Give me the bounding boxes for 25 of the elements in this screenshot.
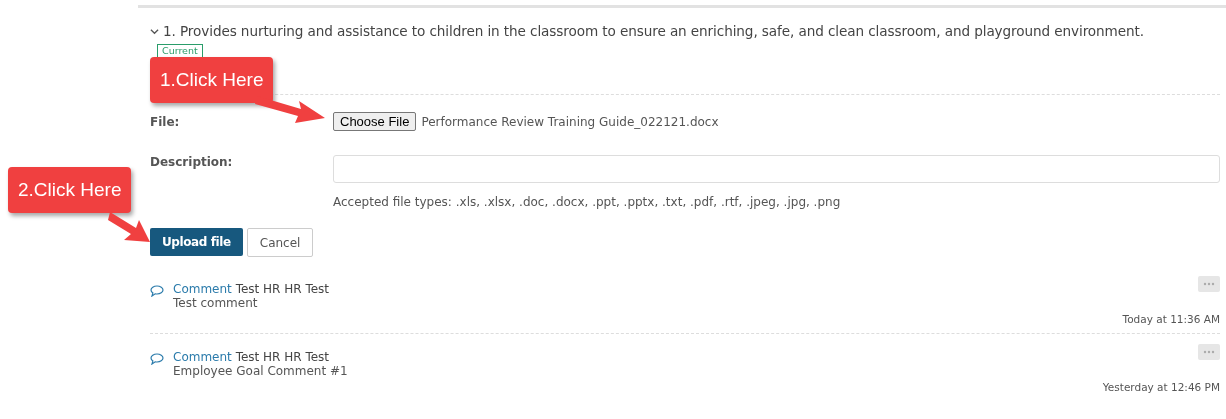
file-name: Performance Review Training Guide_022121.docx: [421, 114, 719, 129]
more-options-button[interactable]: [1198, 344, 1220, 360]
ellipsis-icon: [1203, 282, 1215, 286]
arrow-icon: [108, 210, 152, 244]
cancel-button[interactable]: Cancel: [246, 228, 314, 257]
callout-label: 2.Click Here: [8, 167, 132, 213]
comment-text: Employee Goal Comment #1: [173, 364, 349, 378]
comment-heading: Comment Test HR HR Test: [173, 282, 331, 296]
comment-time: Today at 11:36 AM: [1121, 313, 1220, 325]
chevron-down-icon[interactable]: [150, 26, 159, 36]
comment-time: Yesterday at 12:46 PM: [1101, 381, 1220, 393]
choose-file-button[interactable]: Choose File: [333, 112, 417, 131]
speech-bubble-icon: [150, 353, 164, 365]
description-field[interactable]: [333, 155, 1220, 183]
more-options-button[interactable]: [1198, 276, 1220, 292]
speech-bubble-icon: [150, 285, 164, 297]
comment-text: Test comment: [173, 296, 259, 310]
accepted-file-types: Accepted file types: .xls, .xlsx, .doc, .docx, .ppt, .pptx, .txt, .pdf, .rtf, .jpeg, .jpg, .png: [333, 195, 842, 209]
upload-file-button[interactable]: Upload file: [150, 228, 243, 256]
comment-heading: Comment Test HR HR Test: [173, 350, 331, 364]
callout-label: 1.Click Here: [150, 57, 274, 103]
file-label: File:: [150, 114, 181, 129]
goal-title: 1. Provides nurturing and assistance to children in the classroom to ensure an enriching, safe, and clean classroom, and playground environment.: [163, 23, 1144, 39]
ellipsis-icon: [1203, 350, 1215, 354]
description-label: Description:: [150, 155, 234, 169]
